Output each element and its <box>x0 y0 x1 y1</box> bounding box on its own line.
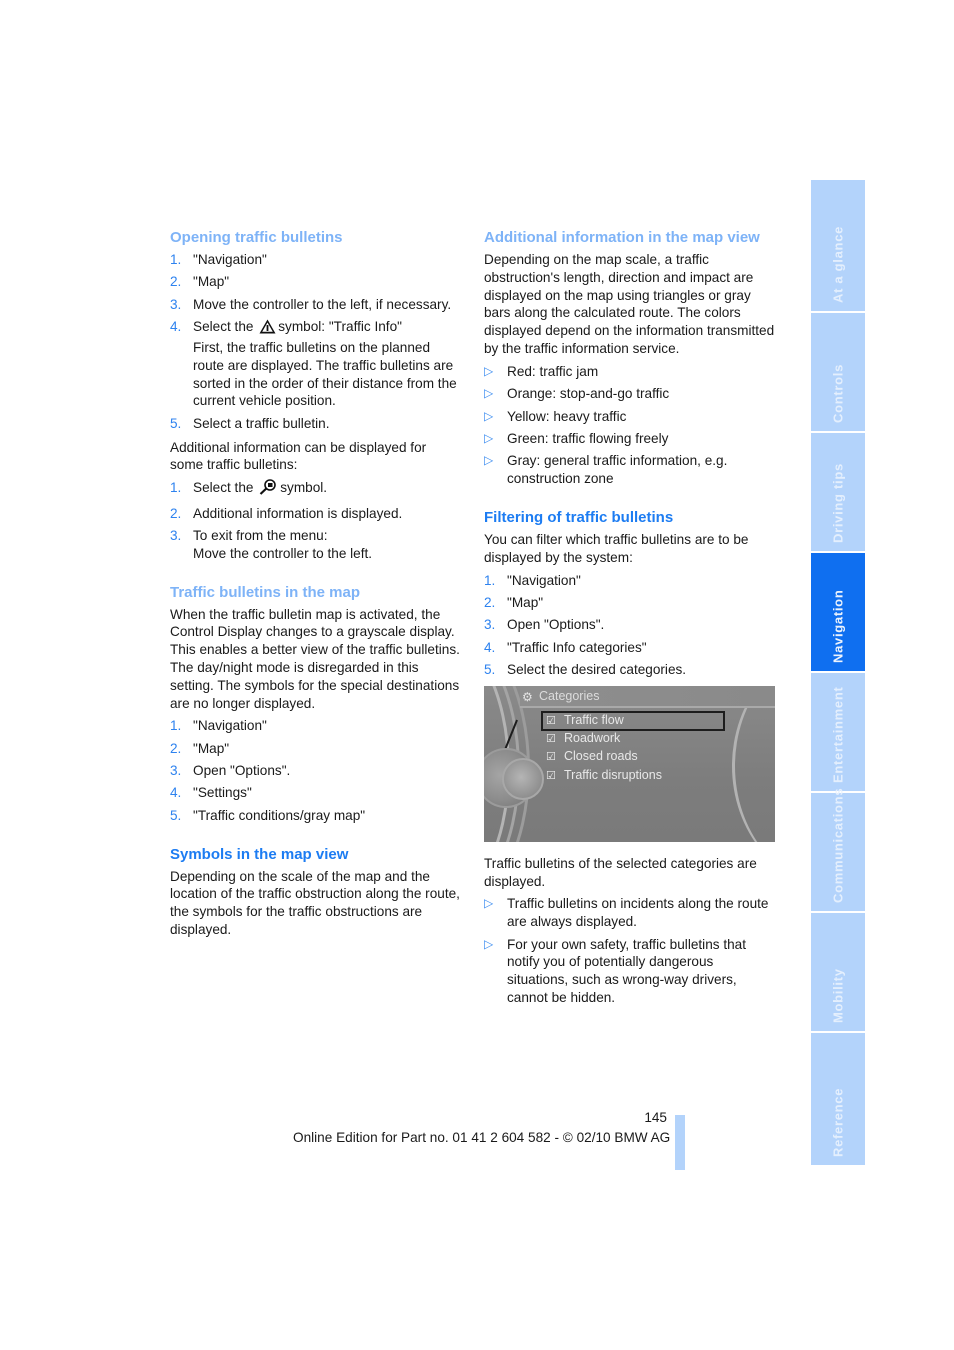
checkbox-checked-icon[interactable]: ☑ <box>546 713 558 731</box>
bullet-triangle-icon: ▷ <box>484 430 494 445</box>
list-item: ▷ Traffic bulletins on incidents along th… <box>484 896 769 930</box>
filtering-notes: ▷ Traffic bulletins on incidents along th… <box>484 895 776 1006</box>
color-legend-list: ▷ Red: traffic jam ▷ Orange: stop-and-go t… <box>484 363 776 488</box>
bullet-triangle-icon: ▷ <box>484 363 494 378</box>
after-screen-text: Traffic bulletins of the selected catego… <box>484 855 757 889</box>
additional-info-steps: 1. Select the symbol. 2. Additional inform… <box>170 479 462 562</box>
list-item: 3. Open "Options". <box>484 617 605 633</box>
checkbox-checked-icon[interactable]: ☑ <box>546 731 558 749</box>
bullet-triangle-icon: ▷ <box>484 896 494 911</box>
page-marker-bar <box>675 1115 685 1170</box>
tab-mobility[interactable]: Mobility <box>811 913 865 1031</box>
additional-body: Depending on the map scale, a traffic ob… <box>484 252 775 356</box>
tab-communications[interactable]: Communications <box>811 788 865 911</box>
page-number: 145 <box>644 1110 667 1125</box>
list-item: 1. Select the symbol. <box>170 479 462 500</box>
tab-driving-tips[interactable]: Driving tips <box>811 433 865 551</box>
list-item: 2. Additional information is displayed. <box>170 505 403 521</box>
heading-opening-traffic-bulletins: Opening traffic bulletins <box>170 229 343 246</box>
list-item: 5. Select the desired categories. <box>484 662 687 678</box>
controller-knob-inner-icon <box>502 757 544 800</box>
tab-controls[interactable]: Controls <box>811 313 865 431</box>
tab-at-a-glance[interactable]: At a glance <box>811 180 865 311</box>
tab-navigation[interactable]: Navigation <box>811 553 865 671</box>
heading-filtering-traffic-bulletins: Filtering of traffic bulletins <box>484 508 674 526</box>
filtering-steps: 1. "Navigation" 2. "Map" 3. Open "Options".… <box>484 572 776 679</box>
list-item: 4. "Settings" <box>170 785 252 801</box>
map-steps: 1. "Navigation" 2. "Map" 3. Open "Options".… <box>170 717 462 824</box>
bullet-triangle-icon: ▷ <box>484 936 494 951</box>
list-item: ▷ Red: traffic jam <box>484 363 599 379</box>
categories-screenshot: ⚙ Categories ☑ Traffic flow ☑ Roadwork ☑ Cl… <box>484 685 775 842</box>
list-item: 3. Open "Options". <box>170 763 291 779</box>
list-item: 2. "Map" <box>170 274 230 290</box>
footer-edition: Online Edition for Part no. 01 41 2 604 … <box>293 1130 671 1145</box>
category-item-roadwork[interactable]: ☑ Roadwork <box>546 730 620 749</box>
bullet-triangle-icon: ▷ <box>484 453 494 468</box>
list-item: 1. "Navigation" <box>170 252 267 267</box>
magnifier-info-icon <box>259 479 278 500</box>
category-item-traffic-disruptions[interactable]: ☑ Traffic disruptions <box>546 767 662 786</box>
right-column: Additional information in the map view D… <box>484 228 776 1013</box>
list-item: ▷ For your own safety, traffic bulletins … <box>484 936 747 1006</box>
list-item: ▷ Gray: general traffic information, e.g.… <box>484 453 728 487</box>
screen-title: Categories <box>539 688 600 703</box>
additional-info-intro: Additional information can be displayed … <box>170 439 427 473</box>
list-item: ▷ Green: traffic flowing freely <box>484 430 669 446</box>
left-column: Opening traffic bulletins 1. "Navigation"… <box>170 228 462 944</box>
list-item: 3. Move the controller to the left, if ne… <box>170 296 452 312</box>
opening-steps: 1. "Navigation" 2. "Map" 3. Move the contro… <box>170 251 462 433</box>
chapter-tabs: At a glance Controls Driving tips Naviga… <box>811 180 865 1167</box>
list-item: 4. "Traffic Info categories" <box>484 639 647 655</box>
bullet-triangle-icon: ▷ <box>484 408 494 423</box>
filtering-body: You can filter which traffic bulletins a… <box>484 531 749 565</box>
category-item-closed-roads[interactable]: ☑ Closed roads <box>546 748 638 767</box>
heading-additional-info-map-view: Additional information in the map view <box>484 229 760 246</box>
list-item: 3. To exit from the menu: Move the control… <box>170 527 373 561</box>
categories-icon: ⚙ <box>522 689 533 704</box>
checkbox-checked-icon[interactable]: ☑ <box>546 768 558 786</box>
tab-entertainment[interactable]: Entertainment <box>811 673 865 791</box>
list-item: 1. "Navigation" <box>170 718 267 734</box>
list-item: 5. "Traffic conditions/gray map" <box>170 807 366 823</box>
category-item-traffic-flow[interactable]: ☑ Traffic flow <box>546 712 624 731</box>
bullet-triangle-icon: ▷ <box>484 386 494 401</box>
map-body: When the traffic bulletin map is activat… <box>170 606 460 711</box>
display-arc-right <box>732 685 775 842</box>
list-item: 2. "Map" <box>170 740 230 756</box>
list-item: 1. "Navigation" <box>484 572 581 588</box>
symbols-body: Depending on the scale of the map and th… <box>170 868 460 938</box>
list-item: ▷ Orange: stop-and-go traffic <box>484 386 670 402</box>
list-item: 2. "Map" <box>484 594 544 610</box>
list-item: ▷ Yellow: heavy traffic <box>484 408 627 424</box>
tab-reference[interactable]: Reference <box>811 1033 865 1165</box>
checkbox-checked-icon[interactable]: ☑ <box>546 749 558 767</box>
list-item: 4. Select the symbol: "Traffic Info" Firs… <box>170 319 457 409</box>
warning-triangle-icon <box>259 319 276 339</box>
heading-traffic-bulletins-in-map: Traffic bulletins in the map <box>170 583 361 601</box>
heading-symbols-in-map-view: Symbols in the map view <box>170 845 349 863</box>
list-item: 5. Select a traffic bulletin. <box>170 415 330 431</box>
